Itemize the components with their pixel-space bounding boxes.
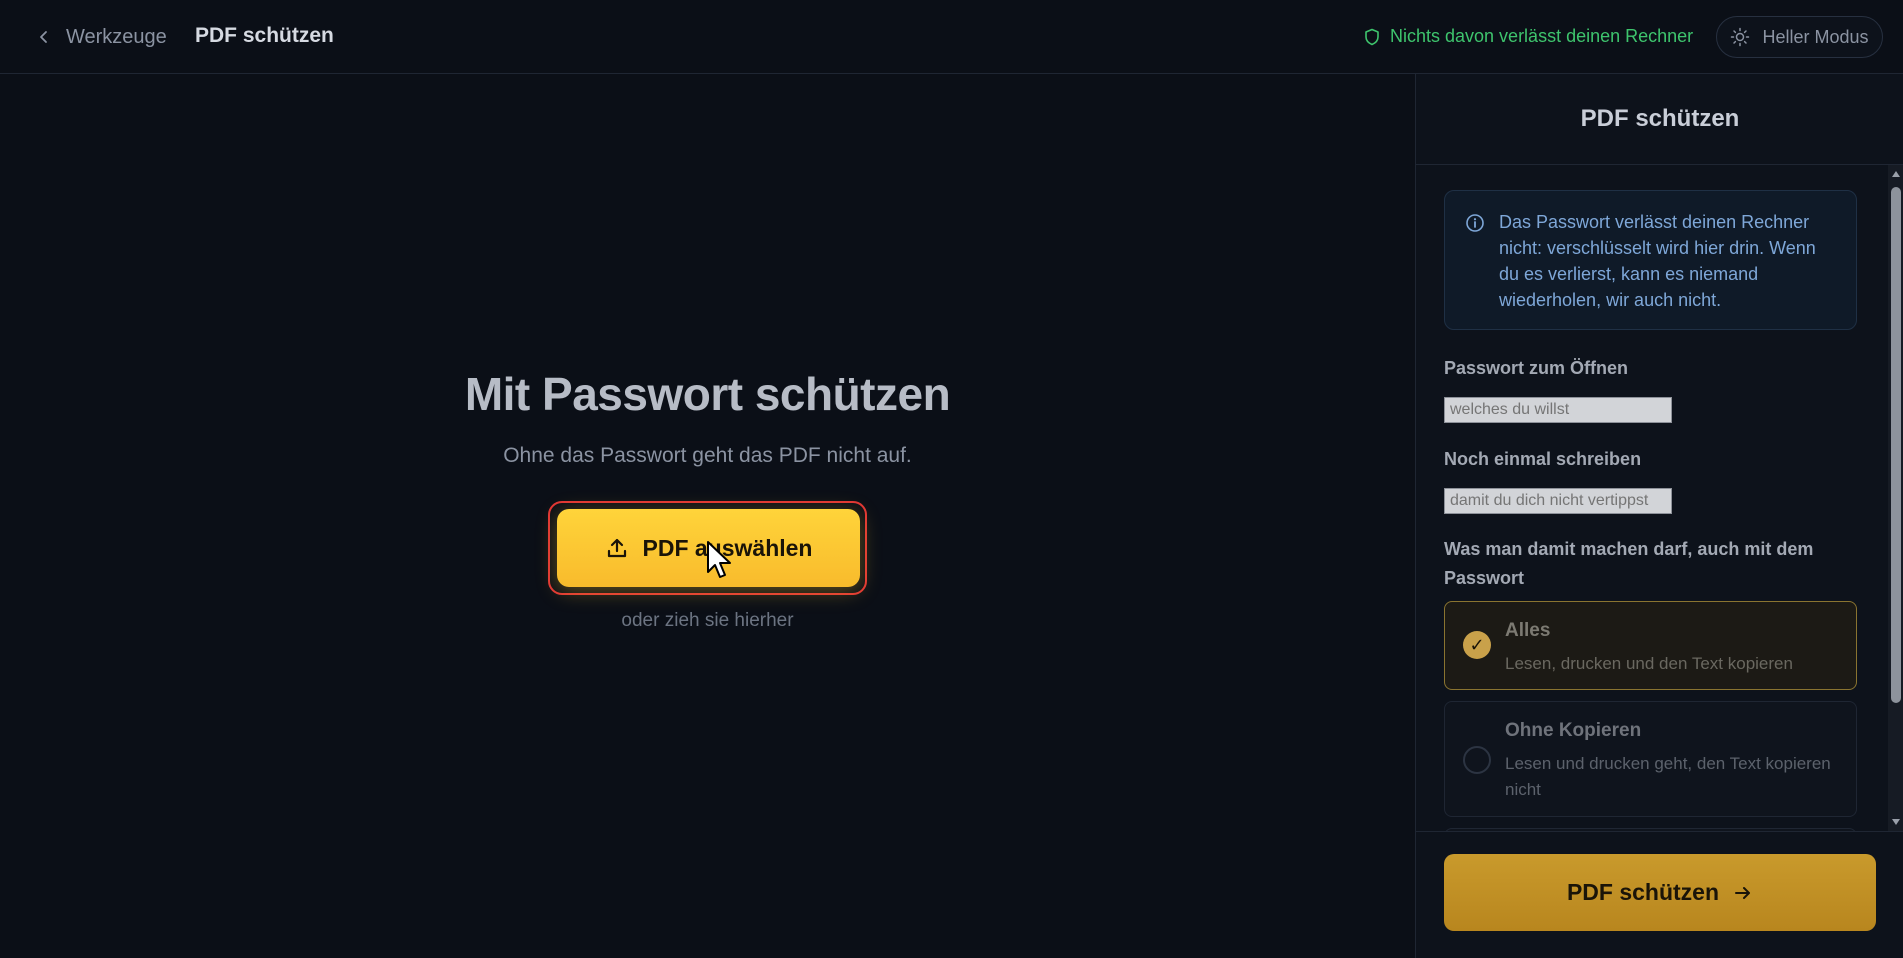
option-no-copy-desc: Lesen und drucken geht, den Text kopiere… (1505, 754, 1831, 799)
sidebar-footer: PDF schützen (1416, 831, 1903, 958)
page-title: PDF schützen (195, 24, 334, 47)
light-mode-button[interactable]: Heller Modus (1716, 16, 1883, 58)
protect-pdf-label: PDF schützen (1566, 879, 1720, 905)
confirm-password-label: Noch einmal schreiben (1444, 449, 1642, 469)
sidebar-scroll-area[interactable]: Das Passwort verlässt deinen Rechner nic… (1416, 165, 1903, 831)
main-subtitle: Ohne das Passwort geht das PDF nicht auf… (503, 444, 912, 467)
privacy-text: Nichts davon verlässt deinen Rechner (1390, 26, 1694, 46)
chevron-left-icon (40, 31, 47, 43)
checkmark-icon: ✓ (1463, 631, 1491, 659)
arrow-right-icon (1735, 886, 1751, 899)
option-no-copy-title: Ohne Kopieren (1505, 720, 1642, 741)
option-all[interactable]: ✓ Alles Lesen, drucken und den Text kopi… (1444, 601, 1857, 690)
settings-sidebar: PDF schützen Das Passwort verlässt deine… (1415, 74, 1903, 958)
mouse-cursor-icon (707, 541, 731, 578)
scroll-up-icon[interactable] (1892, 171, 1900, 177)
confirm-password-input[interactable] (1444, 488, 1672, 514)
scroll-thumb[interactable] (1891, 187, 1901, 703)
sun-icon (1731, 27, 1750, 47)
sidebar-title: PDF schützen (1416, 74, 1903, 165)
light-mode-label: Heller Modus (1762, 26, 1869, 47)
permissions-label: Was man damit machen darf, auch mit dem … (1444, 539, 1814, 588)
info-notice: Das Passwort verlässt deinen Rechner nic… (1444, 190, 1857, 330)
scroll-down-icon[interactable] (1892, 819, 1900, 825)
info-text: Das Passwort verlässt deinen Rechner nic… (1499, 212, 1816, 310)
scrollbar[interactable] (1888, 165, 1903, 831)
radio-empty-icon (1463, 746, 1491, 774)
option-no-copy[interactable]: Ohne Kopieren Lesen und drucken geht, de… (1444, 701, 1857, 817)
info-icon (1466, 214, 1484, 232)
option-all-desc: Lesen, drucken und den Text kopieren (1505, 654, 1793, 673)
protect-pdf-button[interactable]: PDF schützen (1444, 854, 1876, 931)
upload-icon (607, 538, 626, 558)
back-link[interactable]: Werkzeuge (36, 24, 167, 50)
password-input[interactable] (1444, 397, 1672, 423)
password-label: Passwort zum Öffnen (1444, 358, 1629, 378)
back-link-label: Werkzeuge (66, 25, 167, 48)
option-all-title: Alles (1505, 620, 1551, 641)
top-bar: Werkzeuge PDF schützen Nichts davon verl… (0, 0, 1903, 74)
privacy-notice: Nichts davon verlässt deinen Rechner (1364, 26, 1693, 47)
shield-icon (1365, 28, 1379, 45)
drop-hint: oder zieh sie hierher (621, 610, 794, 631)
main-heading: Mit Passwort schützen (464, 368, 951, 420)
